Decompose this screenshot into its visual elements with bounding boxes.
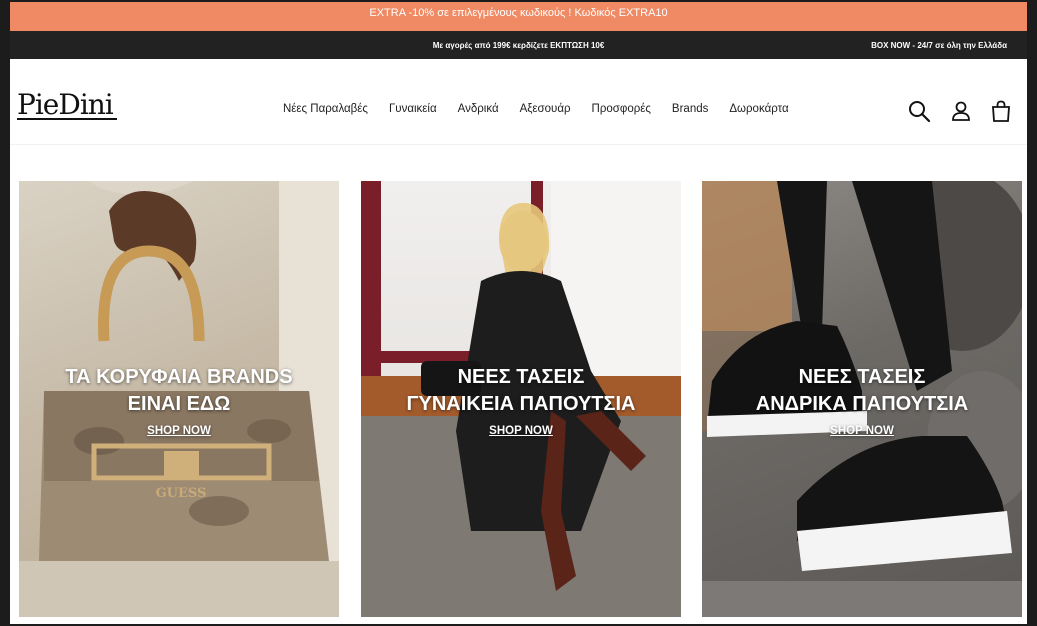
nav-item-brands[interactable]: Brands xyxy=(672,103,708,115)
nav-item-accessories[interactable]: Αξεσουάρ xyxy=(520,103,571,115)
tile-title-line2: ΕΙΝΑΙ ΕΔΩ xyxy=(127,393,231,415)
logo-underline xyxy=(17,118,117,120)
tile-title-line1: ΝΕΕΣ ΤΑΣΕΙΣ xyxy=(798,366,926,388)
tile-caption: ΝΕΕΣ ΤΑΣΕΙΣ ΑΝΔΡΙΚΑ ΠΑΠΟΥΤΣΙΑ SHOP NOW xyxy=(702,364,1022,439)
shop-now-link[interactable]: SHOP NOW xyxy=(489,425,553,437)
nav-item-men[interactable]: Ανδρικά xyxy=(458,103,499,115)
page: EXTRA -10% σε επιλεγμένους κωδικούς ! Κω… xyxy=(10,2,1027,624)
promo-tile-men-shoes[interactable]: ΝΕΕΣ ΤΑΣΕΙΣ ΑΝΔΡΙΚΑ ΠΑΠΟΥΤΣΙΑ SHOP NOW xyxy=(702,181,1022,617)
site-header: PieDini Νέες Παραλαβές Γυναικεία Ανδρικά… xyxy=(10,59,1027,145)
tile-title-line2: ΓΥΝΑΙΚΕΙΑ ΠΑΠΟΥΤΣΙΑ xyxy=(406,393,636,415)
tile-title-line1: ΝΕΕΣ ΤΑΣΕΙΣ xyxy=(457,366,585,388)
shop-now-link[interactable]: SHOP NOW xyxy=(147,425,211,437)
promo-text: EXTRA -10% σε επιλεγμένους κωδικούς ! Κω… xyxy=(369,7,668,19)
nav-item-women[interactable]: Γυναικεία xyxy=(389,103,437,115)
search-icon[interactable] xyxy=(907,99,931,123)
nav-item-offers[interactable]: Προσφορές xyxy=(592,103,651,115)
nav-item-new-arrivals[interactable]: Νέες Παραλαβές xyxy=(283,103,368,115)
promo-tile-brands[interactable]: GUESS ΤΑ ΚΟΡΥΦΑΙΑ BRANDS ΕΙΝΑΙ ΕΔΩ SHOP … xyxy=(19,181,339,617)
tile-caption: ΤΑ ΚΟΡΥΦΑΙΑ BRANDS ΕΙΝΑΙ ΕΔΩ SHOP NOW xyxy=(19,364,339,439)
promo-bar[interactable]: EXTRA -10% σε επιλεγμένους κωδικούς ! Κω… xyxy=(10,2,1027,31)
bag-icon[interactable] xyxy=(989,99,1013,123)
delivery-message: BOX NOW - 24/7 σε όλη την Ελλάδα xyxy=(871,41,1007,50)
logo-text: PieDini xyxy=(17,88,114,121)
info-bar: Με αγορές από 199€ κερδίζετε ΕΚΠΤΩΣΗ 10€… xyxy=(10,31,1027,59)
logo[interactable]: PieDini xyxy=(17,88,117,121)
nav-item-gift-card[interactable]: Δωροκάρτα xyxy=(729,103,788,115)
tile-title-line2: ΑΝΔΡΙΚΑ ΠΑΠΟΥΤΣΙΑ xyxy=(755,393,969,415)
tile-title-line1: ΤΑ ΚΟΡΥΦΑΙΑ BRANDS xyxy=(65,366,293,388)
tile-caption: ΝΕΕΣ ΤΑΣΕΙΣ ΓΥΝΑΙΚΕΙΑ ΠΑΠΟΥΤΣΙΑ SHOP NOW xyxy=(361,364,681,439)
shop-now-link[interactable]: SHOP NOW xyxy=(830,425,894,437)
promo-tile-women-shoes[interactable]: ΝΕΕΣ ΤΑΣΕΙΣ ΓΥΝΑΙΚΕΙΑ ΠΑΠΟΥΤΣΙΑ SHOP NOW xyxy=(361,181,681,617)
bag-brand-label: GUESS xyxy=(156,486,207,501)
user-icon[interactable] xyxy=(949,99,973,123)
main-nav: Νέες Παραλαβές Γυναικεία Ανδρικά Αξεσουά… xyxy=(283,103,789,115)
header-icons xyxy=(907,99,1027,123)
